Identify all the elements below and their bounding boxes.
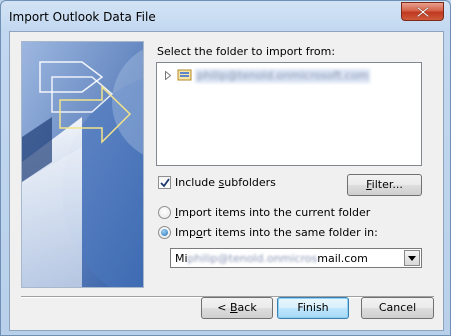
checkmark-icon (160, 178, 170, 188)
title-bar[interactable]: Import Outlook Data File (1, 1, 450, 31)
target-folder-dropdown[interactable]: Miphilip@tenold.onmicrosmail.com (170, 248, 422, 268)
folder-tree[interactable]: philip@tenold.onmicrosoft.com (156, 62, 422, 166)
import-current-folder-label[interactable]: Import items into the current folder (175, 206, 370, 219)
wizard-banner-image (21, 41, 144, 288)
select-folder-label: Select the folder to import from: (157, 45, 336, 58)
close-button[interactable] (401, 2, 444, 21)
mailbox-icon (177, 69, 192, 81)
import-current-folder-radio[interactable] (158, 206, 171, 219)
window-title: Import Outlook Data File (9, 10, 156, 24)
triangle-right-icon[interactable] (165, 71, 171, 80)
import-dialog: Import Outlook Data File Select the fold… (0, 0, 451, 336)
include-subfolders-checkbox[interactable] (158, 176, 171, 189)
chevron-down-icon (408, 256, 416, 261)
finish-button[interactable]: Finish (277, 297, 349, 319)
filter-button[interactable]: Filter... (347, 174, 422, 196)
include-subfolders-label[interactable]: Include subfolders (175, 176, 276, 189)
tree-root-label[interactable]: philip@tenold.onmicrosoft.com (195, 69, 371, 83)
target-folder-value: Miphilip@tenold.onmicrosmail.com (175, 252, 368, 265)
close-icon (417, 7, 429, 17)
back-button[interactable]: < Back (201, 297, 273, 319)
dialog-body: Select the folder to import from: philip… (9, 31, 444, 331)
import-same-folder-radio[interactable] (158, 226, 171, 239)
radio-selected-indicator (161, 229, 168, 236)
cancel-button[interactable]: Cancel (361, 297, 434, 319)
import-same-folder-label[interactable]: Import items into the same folder in: (175, 226, 378, 239)
dropdown-arrow-button[interactable] (404, 250, 420, 266)
